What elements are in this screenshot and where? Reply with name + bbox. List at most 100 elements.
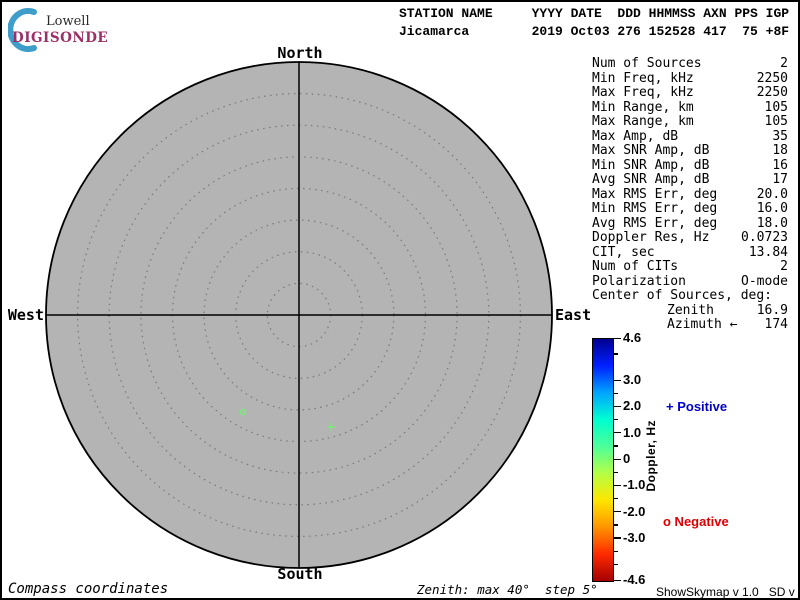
compass-label-south: South: [277, 565, 323, 583]
stat-row: Avg RMS Err, deg 18.0: [592, 215, 788, 232]
colorbar-tick-label: -1.0: [623, 477, 646, 493]
colorbar-minor-tick: [614, 445, 618, 447]
station-header-row2: Jicamarca 2019 Oct03 276 152528 417 75 +…: [399, 24, 790, 39]
colorbar-major-tick: [614, 537, 621, 539]
stat-value: 13.84: [748, 244, 788, 260]
stat-label: Min Range, km: [592, 99, 694, 115]
station-header-row1: STATION NAME YYYY DATE DDD HHMMSS AXN PP…: [399, 6, 790, 21]
stat-label: Max Range, km: [592, 114, 694, 129]
stat-label: Doppler Res, Hz: [592, 230, 710, 245]
stat-label: Max RMS Err, deg: [592, 186, 718, 202]
stat-value: 17: [772, 172, 788, 187]
lowell-digisonde-logo: Lowell DIGISONDE: [8, 6, 128, 52]
stat-value: [772, 289, 788, 304]
stat-row: Min SNR Amp, dB 16: [592, 157, 788, 174]
compass-label-north: North: [277, 44, 323, 62]
stat-label: Max SNR Amp, dB: [592, 143, 710, 158]
colorbar-major-tick: [614, 405, 621, 408]
stat-label: CIT, sec: [592, 244, 655, 260]
stat-row: Max Freq, kHz 2250: [592, 85, 788, 101]
colorbar-major-tick: [614, 484, 621, 487]
stat-row: Doppler Res, Hz 0.0723: [592, 230, 788, 246]
stat-row: Max Range, km 105: [592, 114, 788, 130]
stat-value: 16: [772, 157, 788, 173]
stat-value: 105: [764, 99, 788, 115]
stat-value: 2250: [756, 85, 788, 100]
colorbar-tick-label: -4.6: [623, 572, 646, 587]
colorbar-axis-label: Doppler, Hz: [644, 420, 658, 492]
colorbar-tick-label: -2.0: [623, 503, 646, 519]
compass-label-west: West: [7, 306, 44, 324]
colorbar-tick-label: 3.0: [623, 372, 642, 388]
colorbar-tick-label: 1.0: [623, 424, 642, 440]
colorbar-minor-tick: [614, 392, 618, 395]
stat-row: Min RMS Err, deg 16.0: [592, 201, 788, 217]
colorbar-minor-tick: [614, 497, 618, 500]
stat-value: 18: [772, 143, 788, 158]
stat-label: Avg SNR Amp, dB: [592, 172, 710, 187]
stat-label: Min SNR Amp, dB: [592, 157, 710, 173]
colorbar-minor-tick: [614, 471, 618, 473]
stat-value: 2: [780, 259, 788, 274]
colorbar-minor-tick: [614, 353, 618, 355]
colorbar-major-tick: [614, 337, 621, 339]
colorbar-minor-tick: [614, 524, 618, 526]
stat-row: Azimuth ← 174: [592, 317, 788, 333]
stat-value: 16.9: [756, 302, 788, 318]
compass-label-east: East: [555, 306, 592, 324]
stat-value: 20.0: [756, 186, 788, 202]
colorbar-tick-label: 0: [623, 451, 631, 466]
footer-version-note: ShowSkymap v 1.0 SD v 4.2: [656, 585, 800, 599]
stat-label: Min Freq, kHz: [592, 70, 694, 86]
colorbar-minor-tick: [614, 563, 618, 565]
stat-label: Max Amp, dB: [592, 128, 679, 144]
stat-label: Num of Sources: [592, 56, 702, 71]
stat-row: Max RMS Err, deg 20.0: [592, 186, 788, 203]
stat-label: Num of CITs: [592, 259, 679, 274]
stat-label: Zenith: [667, 302, 714, 318]
stat-label: Avg RMS Err, deg: [592, 215, 718, 231]
colorbar-tick-label: -3.0: [623, 529, 646, 545]
stat-row: Max SNR Amp, dB 18: [592, 143, 788, 159]
stat-value: 2: [780, 56, 788, 71]
stat-value: 2250: [756, 70, 788, 86]
stat-label: Max Freq, kHz: [592, 85, 694, 100]
footer-coordinates-note: Compass coordinates: [8, 581, 169, 597]
stat-label: Min RMS Err, deg: [592, 201, 718, 216]
colorbar-major-tick: [614, 432, 621, 434]
stat-label: Azimuth ←: [667, 317, 738, 332]
station-header: STATION NAME YYYY DATE DDD HHMMSS AXN PP…: [399, 5, 789, 41]
stat-row: Max Amp, dB 35: [592, 128, 788, 145]
colorbar-tick-label: 4.6: [623, 330, 642, 345]
stat-row: Polarization O-mode: [592, 273, 788, 290]
stat-label: Polarization: [592, 273, 686, 289]
logo-brand-bottom: DIGISONDE: [12, 30, 109, 46]
stat-row: Center of Sources, deg:: [592, 288, 788, 304]
stat-row: CIT, sec 13.84: [592, 244, 788, 261]
colorbar-major-tick: [614, 511, 621, 513]
stat-row: Num of CITs 2: [592, 259, 788, 275]
stats-panel: Num of Sources 2 Min Freq, kHz 2250 Max Freq…: [592, 56, 788, 333]
stat-value: 35: [772, 128, 788, 144]
stat-value: 16.0: [756, 201, 788, 216]
colorbar-minor-tick: [614, 419, 618, 421]
stat-row: Zenith 16.9: [592, 302, 788, 319]
stat-value: 105: [764, 114, 788, 129]
legend-positive: + Positive: [666, 399, 728, 414]
footer-zenith-note: Zenith: max 40° step 5°: [417, 582, 598, 597]
colorbar-gradient: [592, 338, 614, 582]
stat-row: Min Freq, kHz 2250: [592, 70, 788, 87]
stat-row: Min Range, km 105: [592, 99, 788, 116]
colorbar-major-tick: [614, 579, 621, 581]
colorbar-major-tick: [614, 379, 621, 381]
stat-row: Num of Sources 2: [592, 56, 788, 72]
colorbar-major-tick: [614, 458, 621, 460]
stat-value: 18.0: [756, 215, 788, 231]
stat-row: Avg SNR Amp, dB 17: [592, 172, 788, 188]
colorbar-minor-tick: [614, 550, 618, 552]
stat-value: 0.0723: [741, 230, 788, 245]
stat-value: 174: [764, 317, 788, 332]
legend-negative: o Negative: [663, 514, 729, 529]
logo-brand-top: Lowell: [46, 14, 90, 29]
stat-value: O-mode: [741, 273, 788, 289]
